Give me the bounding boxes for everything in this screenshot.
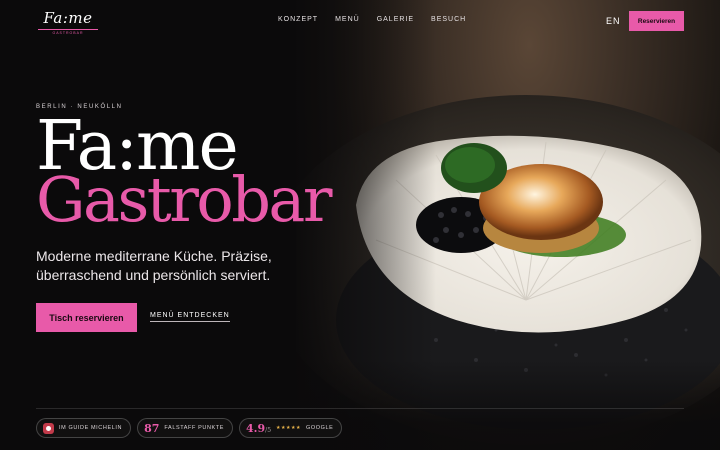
google-rating: 4.9/5 <box>246 422 271 435</box>
book-table-button[interactable]: Tisch reservieren <box>36 303 137 332</box>
nav-item-menu[interactable]: MENÜ <box>335 16 360 23</box>
main-nav: KONZEPT MENÜ GALERIE BESUCH <box>278 16 466 23</box>
star-icons: ★★★★★ <box>276 425 301 431</box>
nav-item-besuch[interactable]: BESUCH <box>431 16 466 23</box>
nav-item-galerie[interactable]: GALERIE <box>377 16 414 23</box>
logo-wordmark: Fa:me <box>43 9 93 27</box>
divider <box>36 408 684 409</box>
hero-lead: Moderne mediterrane Küche. Präzise, über… <box>36 248 272 283</box>
logo-rule <box>38 29 98 30</box>
falstaff-badge: 87 FALSTAFF PUNKTE <box>137 418 234 438</box>
falstaff-label: FALSTAFF PUNKTE <box>164 425 225 431</box>
google-score: 4.9 <box>246 421 266 435</box>
reserve-button[interactable]: Reservieren <box>629 11 684 31</box>
google-label: GOOGLE <box>305 425 334 431</box>
michelin-badge: IM GUIDE MICHELIN <box>36 418 132 438</box>
nav-item-konzept[interactable]: KONZEPT <box>278 16 318 23</box>
google-badge: 4.9/5 ★★★★★ GOOGLE <box>239 418 343 438</box>
michelin-icon <box>43 422 54 434</box>
google-scale: /5 <box>265 426 272 434</box>
language-switch[interactable]: EN <box>606 16 621 26</box>
logo-subtitle: GASTROBAR <box>52 31 84 35</box>
logo[interactable]: Fa:me GASTROBAR <box>38 9 98 35</box>
rating-badges: IM GUIDE MICHELIN 87 FALSTAFF PUNKTE 4.9… <box>36 418 343 438</box>
discover-menu-link[interactable]: MENÜ ENTDECKEN <box>150 312 230 322</box>
falstaff-score: 87 <box>144 421 160 435</box>
michelin-label: IM GUIDE MICHELIN <box>59 425 123 431</box>
hero-title-line2: Gastrobar <box>36 163 332 236</box>
